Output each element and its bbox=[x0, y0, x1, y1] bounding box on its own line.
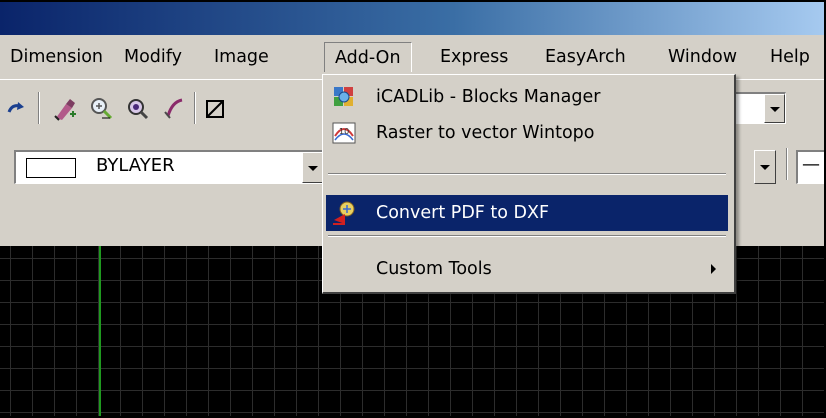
menu-separator bbox=[328, 235, 726, 237]
zoom-realtime-icon[interactable] bbox=[88, 96, 114, 122]
app-window: Dimension Modify Image Add-On Express Ea… bbox=[0, 0, 826, 418]
submenu-arrow-icon bbox=[711, 264, 716, 274]
menu-item-label: Raster to vector Wintopo bbox=[376, 123, 595, 143]
add-on-dropdown-menu: iCADLib - Blocks Manager 10 Raster to ve… bbox=[322, 74, 736, 294]
toolbar-separator bbox=[786, 148, 788, 180]
svg-text:10: 10 bbox=[339, 127, 349, 136]
menu-help[interactable]: Help bbox=[770, 42, 810, 72]
y-axis-line bbox=[99, 246, 101, 416]
raster-vector-icon: 10 bbox=[332, 122, 356, 144]
menu-separator bbox=[328, 173, 726, 175]
menu-item-raster-to-vector[interactable]: 10 Raster to vector Wintopo bbox=[326, 115, 728, 151]
menu-item-icadlib-blocks-manager[interactable]: iCADLib - Blocks Manager bbox=[326, 79, 728, 115]
menu-item-label: Convert PDF to DXF bbox=[376, 203, 550, 223]
pan-icon[interactable] bbox=[160, 96, 186, 122]
lineweight-combo-value: — bbox=[802, 154, 820, 175]
color-combo-value: BYLAYER bbox=[96, 155, 175, 176]
layer-combo[interactable] bbox=[734, 92, 786, 124]
menu-window[interactable]: Window bbox=[668, 42, 737, 72]
menu-add-on[interactable]: Add-On bbox=[324, 42, 412, 72]
zoom-window-icon[interactable] bbox=[124, 96, 150, 122]
title-bar[interactable] bbox=[0, 0, 824, 35]
menu-image[interactable]: Image bbox=[214, 42, 269, 72]
menu-item-custom-tools[interactable]: Custom Tools bbox=[326, 251, 728, 287]
menu-express[interactable]: Express bbox=[440, 42, 508, 72]
color-combo[interactable]: BYLAYER bbox=[14, 150, 324, 184]
lineweight-combo[interactable]: — bbox=[796, 150, 824, 184]
toolbar-separator bbox=[38, 92, 40, 124]
menu-bar: Dimension Modify Image Add-On Express Ea… bbox=[0, 35, 824, 79]
blocks-manager-icon bbox=[334, 87, 353, 106]
menu-item-label: Custom Tools bbox=[376, 259, 492, 279]
snap-icon[interactable] bbox=[204, 96, 226, 122]
color-combo-dropdown-button[interactable] bbox=[302, 152, 323, 183]
menu-easyarch[interactable]: EasyArch bbox=[545, 42, 626, 72]
menu-dimension[interactable]: Dimension bbox=[10, 42, 103, 72]
redo-icon[interactable] bbox=[4, 96, 30, 122]
toolbar-separator bbox=[194, 92, 196, 124]
linetype-dropdown-button[interactable] bbox=[754, 150, 776, 184]
pdf-to-dxf-icon bbox=[333, 201, 355, 225]
menu-item-label: iCADLib - Blocks Manager bbox=[376, 87, 601, 107]
paint-brush-icon[interactable] bbox=[52, 96, 78, 122]
menu-item-convert-pdf-to-dxf[interactable]: Convert PDF to DXF bbox=[326, 195, 728, 231]
menu-modify[interactable]: Modify bbox=[124, 42, 182, 72]
layer-combo-dropdown-button[interactable] bbox=[764, 94, 785, 123]
color-swatch bbox=[26, 158, 76, 178]
